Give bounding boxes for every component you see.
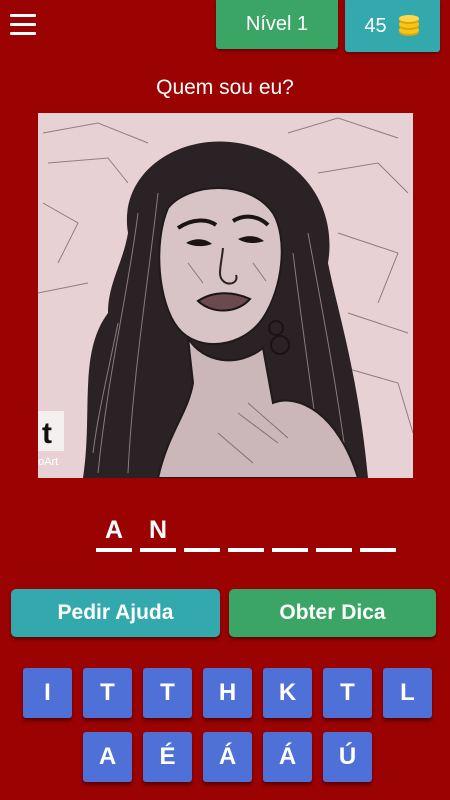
answer-slots: AN [96,512,396,556]
portrait-sketch: t oArt [38,113,413,478]
answer-slot[interactable] [360,512,396,552]
ask-help-button[interactable]: Pedir Ajuda [11,589,220,637]
coins-badge[interactable]: 45 [345,0,440,52]
answer-slot[interactable] [316,512,352,552]
letter-key[interactable]: T [83,668,132,718]
letter-key[interactable]: É [143,732,192,782]
get-hint-button[interactable]: Obter Dica [229,589,436,637]
letter-key[interactable]: Á [263,732,312,782]
letter-key[interactable]: L [383,668,432,718]
ask-help-label: Pedir Ajuda [57,601,174,624]
letter-key[interactable]: Ú [323,732,372,782]
watermark-letter: t [42,417,52,450]
letter-key[interactable]: T [323,668,372,718]
level-badge: Nível 1 [216,0,338,49]
letter-key[interactable]: Á [203,732,252,782]
letter-key[interactable]: T [143,668,192,718]
letter-key[interactable]: K [263,668,312,718]
answer-slot[interactable]: N [140,512,176,552]
coin-stack-icon [398,15,419,36]
watermark-text: oArt [38,456,58,468]
menu-icon[interactable] [10,14,36,36]
letter-key[interactable]: H [203,668,252,718]
letter-keyboard-row-1: ITTHKTL [23,668,432,718]
answer-slot[interactable] [228,512,264,552]
letter-key[interactable]: A [83,732,132,782]
answer-slot[interactable] [272,512,308,552]
portrait-image: t oArt [38,113,413,478]
letter-keyboard-row-2: AÉÁÁÚ [83,732,372,782]
get-hint-label: Obter Dica [279,601,386,624]
answer-slot[interactable] [184,512,220,552]
question-text: Quem sou eu? [156,76,294,99]
coins-count: 45 [364,14,387,37]
level-label: Nível 1 [245,13,309,35]
answer-slot[interactable]: A [96,512,132,552]
letter-key[interactable]: I [23,668,72,718]
